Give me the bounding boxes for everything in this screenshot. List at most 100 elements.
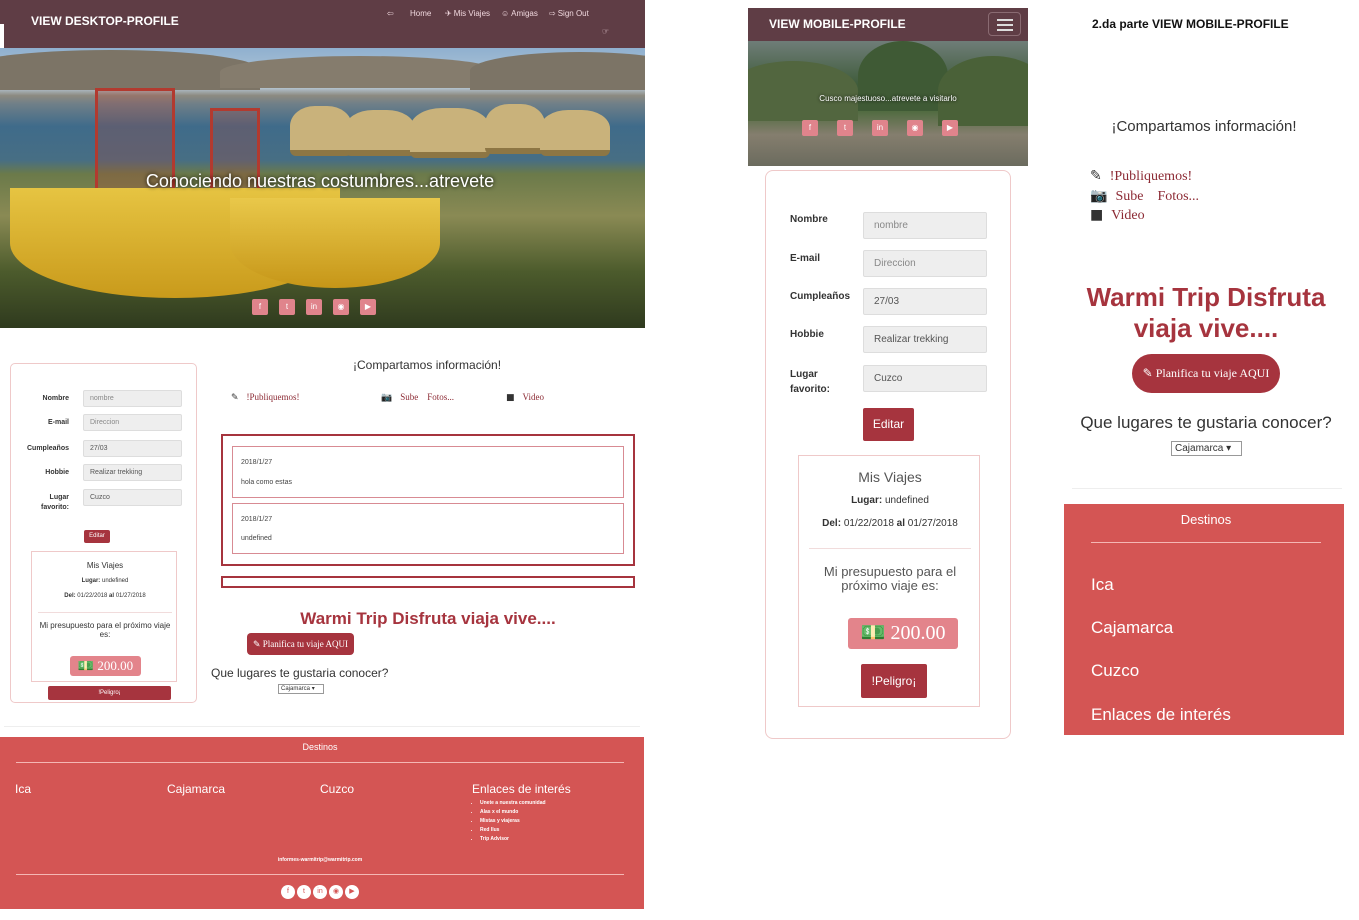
hero-caption: Conociendo nuestras costumbres...atrevet…: [145, 171, 495, 191]
posts-feed: 2018/1/27 hola como estas 2018/1/27 unde…: [221, 434, 635, 566]
desktop-brand[interactable]: VIEW DESKTOP-PROFILE: [31, 14, 179, 28]
birthday-input[interactable]: 27/03: [83, 440, 182, 457]
plan-trip-button[interactable]: ✎ Planifica tu viaje AQUI: [247, 633, 354, 655]
part2-footer-cajamarca[interactable]: Cajamarca: [1091, 618, 1173, 638]
birthday-input[interactable]: 27/03: [863, 288, 987, 315]
friends-icon: ☺: [501, 9, 510, 18]
favorite-place-input[interactable]: Cuzco: [83, 489, 182, 506]
footer-divider: [4, 726, 640, 727]
part2-footer-rule: [1091, 542, 1321, 543]
part2-photos-link[interactable]: 📷 Sube Fotos...: [1090, 188, 1199, 205]
post-item: 2018/1/27 hola como estas: [232, 446, 624, 498]
part2-slogan: Warmi Trip Disfruta viaja vive....: [1086, 282, 1326, 343]
name-input[interactable]: nombre: [863, 212, 987, 239]
instagram-icon[interactable]: ◉: [329, 885, 343, 899]
name-input[interactable]: nombre: [83, 390, 182, 407]
trip-to-label: al: [109, 593, 115, 599]
camera-icon: 📷: [1090, 188, 1108, 204]
part2-publish-link[interactable]: ✎ !Publiquemos!: [1090, 168, 1192, 185]
slogan: Warmi Trip Disfruta viaja vive....: [300, 609, 556, 628]
pencil-icon: ✎: [252, 639, 263, 649]
nav-mis-viajes-link[interactable]: ✈ Mis Viajes: [445, 9, 490, 18]
hamburger-menu-icon[interactable]: [988, 12, 1021, 36]
trip-dates: Del: 01/22/2018 al 01/27/2018: [32, 593, 178, 599]
desktop-hero-image: Conociendo nuestras costumbres...atrevet…: [0, 48, 645, 328]
hobby-input[interactable]: Realizar trekking: [83, 464, 182, 481]
instagram-icon[interactable]: ◉: [907, 120, 923, 136]
nav-login-link[interactable]: ⇦: [387, 9, 396, 18]
photos-link[interactable]: 📷 Sube Fotos...: [381, 392, 454, 403]
reed-hut: [290, 106, 352, 156]
reed-hut: [485, 104, 545, 154]
part2-photos-label: Sube Fotos...: [1115, 189, 1200, 204]
hero-mountain: [938, 56, 1028, 126]
footer-links-list: Unete a nuestra comunidad Alas x el mund…: [472, 800, 546, 845]
places-select[interactable]: Cajamarca ▾: [278, 684, 324, 694]
nav-home-link[interactable]: Home: [410, 9, 431, 18]
reed-boat: [230, 198, 440, 288]
share-hand-icon[interactable]: ☞: [602, 27, 609, 36]
post-text: hola como estas: [241, 479, 292, 486]
part2-places-select[interactable]: Cajamarca ▾: [1171, 441, 1242, 456]
nav-amigas-link[interactable]: ☺ Amigas: [501, 9, 538, 18]
facebook-icon[interactable]: f: [252, 299, 268, 315]
new-post-box[interactable]: [221, 576, 635, 588]
footer-email[interactable]: informes-warmitrip@warmitrip.com: [0, 857, 640, 863]
linkedin-icon[interactable]: in: [306, 299, 322, 315]
birthday-label: Cumpleaños: [26, 445, 69, 452]
mobile-brand[interactable]: VIEW MOBILE-PROFILE: [769, 17, 906, 31]
linkedin-icon[interactable]: in: [313, 885, 327, 899]
favorite-place-input[interactable]: Cuzco: [863, 365, 987, 392]
youtube-icon[interactable]: ▶: [360, 299, 376, 315]
hobby-label: Hobbie: [45, 469, 69, 476]
twitter-icon[interactable]: t: [837, 120, 853, 136]
instagram-icon[interactable]: ◉: [333, 299, 349, 315]
edit-button[interactable]: Editar: [84, 530, 110, 543]
trip-from-date: 01/22/2018: [77, 593, 108, 599]
part2-footer-links[interactable]: Enlaces de interés: [1091, 705, 1231, 725]
youtube-icon[interactable]: ▶: [942, 120, 958, 136]
footer-link[interactable]: Alas x el mundo: [480, 809, 546, 815]
chevron-down-icon: ▾: [1226, 443, 1232, 454]
part2-plan-trip-button[interactable]: ✎ Planifica tu viaje AQUI: [1132, 354, 1280, 393]
nav-signout-link[interactable]: ⇨ Sign Out: [549, 9, 589, 18]
footer-link[interactable]: Mistas y viajeras: [480, 818, 546, 824]
nav-mis-viajes-label: Mis Viajes: [453, 9, 491, 18]
favorite-place-label: Lugar favorito:: [41, 494, 69, 511]
part2-video-link[interactable]: ■ Video: [1090, 207, 1145, 224]
footer-link[interactable]: Trip Advisor: [480, 836, 546, 842]
part2-footer-cuzco[interactable]: Cuzco: [1091, 661, 1139, 681]
edit-button[interactable]: Editar: [863, 408, 914, 441]
part2-places-question: Que lugares te gustaria conocer?: [1080, 413, 1332, 432]
footer-social-icons: f t in ◉ ▶: [281, 885, 359, 899]
footer-col-cuzco[interactable]: Cuzco: [320, 782, 354, 796]
youtube-icon[interactable]: ▶: [345, 885, 359, 899]
publish-link[interactable]: ✎ !Publiquemos!: [231, 392, 300, 403]
video-link[interactable]: ■ Video: [506, 392, 544, 403]
twitter-icon[interactable]: t: [297, 885, 311, 899]
email-input[interactable]: Direccion: [863, 250, 987, 277]
danger-button[interactable]: !Peligro¡: [48, 686, 171, 700]
trip-dates: Del: 01/22/2018 al 01/27/2018: [799, 518, 981, 529]
desktop-footer: Destinos Ica Cajamarca Cuzco Enlaces de …: [0, 737, 644, 909]
footer-link[interactable]: Red Ilus: [480, 827, 546, 833]
money-icon: 💵: [860, 622, 891, 644]
trips-divider: [809, 548, 971, 549]
hobby-input[interactable]: Realizar trekking: [863, 326, 987, 353]
hero-social-icons: f t in ◉ ▶: [252, 299, 376, 315]
footer-link[interactable]: Unete a nuestra comunidad: [480, 800, 546, 806]
email-input[interactable]: Direccion: [83, 414, 182, 431]
part2-footer-ica[interactable]: Ica: [1091, 575, 1114, 595]
danger-button[interactable]: !Peligro¡: [861, 664, 927, 698]
photos-label: Sube Fotos...: [400, 392, 454, 402]
desktop-navbar: VIEW DESKTOP-PROFILE ⇦ Home ✈ Mis Viajes …: [0, 0, 645, 48]
twitter-icon[interactable]: t: [279, 299, 295, 315]
facebook-icon[interactable]: f: [802, 120, 818, 136]
footer-col-ica[interactable]: Ica: [15, 782, 31, 796]
trip-from-date: 01/22/2018: [843, 518, 894, 529]
trip-to-date: 01/27/2018: [907, 518, 958, 529]
footer-col-cajamarca[interactable]: Cajamarca: [167, 782, 225, 796]
facebook-icon[interactable]: f: [281, 885, 295, 899]
linkedin-icon[interactable]: in: [872, 120, 888, 136]
budget-text: Mi presupuesto para el próximo viaje es:: [39, 621, 171, 639]
